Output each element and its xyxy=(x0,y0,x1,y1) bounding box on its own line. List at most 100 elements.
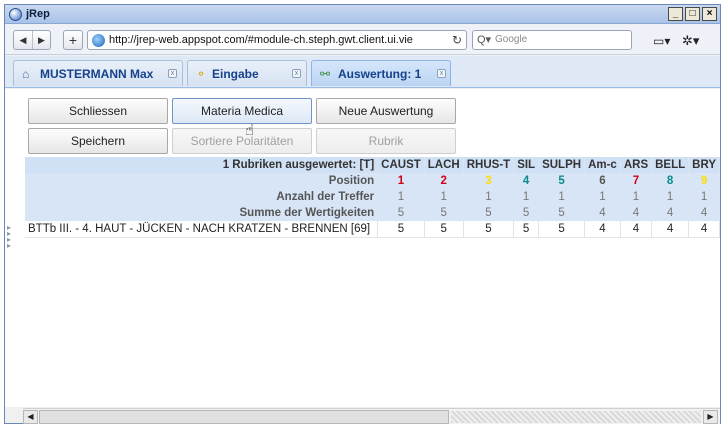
grid-cell: 4 xyxy=(620,221,653,238)
rubrik-button[interactable]: Rubrik xyxy=(316,128,456,154)
neue-auswertung-button[interactable]: Neue Auswertung xyxy=(316,98,456,124)
navigation-bar: ◀ ▶ + http://jrep-web.appspot.com/#modul… xyxy=(5,25,720,55)
window-controls: _ □ × xyxy=(668,7,717,21)
grid-cell: 5 xyxy=(424,221,464,238)
grid-cell: 4 xyxy=(688,205,720,221)
sortiere-polaritaeten-button[interactable]: Sortiere Polaritäten xyxy=(172,128,312,154)
maximize-button[interactable]: □ xyxy=(685,7,700,21)
grid-cell: 8 xyxy=(651,173,690,189)
remedy-header[interactable]: SIL xyxy=(513,157,540,173)
grid-cell: 9 xyxy=(688,173,720,189)
home-icon: ⌂ xyxy=(22,67,30,81)
grid-cell: 1 xyxy=(584,189,621,205)
row-label: Summe der Wertigkeiten xyxy=(25,205,379,221)
grid-cell: 2 xyxy=(424,173,464,189)
globe-icon xyxy=(92,34,105,47)
grid-cell: 5 xyxy=(538,173,586,189)
minimize-button[interactable]: _ xyxy=(668,7,683,21)
remedy-header[interactable]: LACH xyxy=(424,157,464,173)
horizontal-scrollbar[interactable]: ◀ ▶ xyxy=(23,408,720,424)
grid-cell: 1 xyxy=(513,189,540,205)
grid-cell: 4 xyxy=(584,221,621,238)
tab-auswertung[interactable]: ⚯ Auswertung: 1 x xyxy=(311,60,451,86)
back-icon[interactable]: ◀ xyxy=(14,31,32,49)
close-icon[interactable]: x xyxy=(292,69,301,78)
materia-medica-button[interactable]: Materia Medica xyxy=(172,98,312,124)
tab-bar: ⌂ MUSTERMANN Max x ⚬ Eingabe x ⚯ Auswert… xyxy=(5,56,720,88)
remedy-header[interactable]: RHUS-T xyxy=(463,157,515,173)
remedy-header[interactable]: CAUST xyxy=(377,157,425,173)
close-icon[interactable]: x xyxy=(168,69,177,78)
grid-cell: 5 xyxy=(513,205,540,221)
grid-cell: 4 xyxy=(651,205,690,221)
tab-eingabe[interactable]: ⚬ Eingabe x xyxy=(187,60,307,86)
table-row[interactable]: BTTb III. - 4. HAUT - JÜCKEN - NACH KRAT… xyxy=(25,221,720,238)
page-menu-icon[interactable]: ▭▾ xyxy=(653,34,670,48)
grid-stat-row: Summe der Wertigkeiten 5 5 5 5 5 4 4 4 4 xyxy=(25,205,720,221)
remedy-header[interactable]: BELL xyxy=(651,157,690,173)
grid-stat-row: Position 1 2 3 4 5 6 7 8 9 xyxy=(25,173,720,189)
grid-cell: 1 xyxy=(463,189,515,205)
edit-icon: ⚬ xyxy=(196,67,207,81)
remedy-header[interactable]: Am-c xyxy=(584,157,621,173)
grid-cell: 5 xyxy=(513,221,540,238)
new-tab-button[interactable]: + xyxy=(63,30,83,50)
title-bar: jRep _ □ × xyxy=(5,5,720,24)
forward-icon[interactable]: ▶ xyxy=(32,31,50,49)
grid-cell: 3 xyxy=(463,173,515,189)
grid-cell: 1 xyxy=(377,173,425,189)
chart-icon: ⚯ xyxy=(320,67,331,81)
grid-cell: 1 xyxy=(651,189,690,205)
rubric-label[interactable]: BTTb III. - 4. HAUT - JÜCKEN - NACH KRAT… xyxy=(25,221,379,238)
grid-cell: 4 xyxy=(584,205,621,221)
grid-cell: 1 xyxy=(538,189,586,205)
grid-cell: 1 xyxy=(377,189,425,205)
tab-label: MUSTERMANN Max xyxy=(40,67,154,81)
grid-cell: 6 xyxy=(584,173,621,189)
grid-cell: 1 xyxy=(424,189,464,205)
grid-cell: 1 xyxy=(620,189,653,205)
back-forward-group: ◀ ▶ xyxy=(13,30,51,50)
row-label: Anzahl der Treffer xyxy=(25,189,379,205)
grid-cell: 5 xyxy=(463,205,515,221)
gear-icon[interactable]: ✲▾ xyxy=(682,33,699,49)
resize-handle-icon[interactable]: ▸ ▸ ▸ ▸ xyxy=(7,224,11,250)
close-window-button[interactable]: × xyxy=(702,7,717,21)
grid-cell: 7 xyxy=(620,173,653,189)
grid-cell: 5 xyxy=(538,205,586,221)
grid-cell: 5 xyxy=(377,205,425,221)
speichern-button[interactable]: Speichern xyxy=(28,128,168,154)
scroll-thumb[interactable] xyxy=(39,410,449,424)
remedy-header[interactable]: SULPH xyxy=(538,157,586,173)
scroll-right-icon[interactable]: ▶ xyxy=(703,410,718,424)
remedy-header[interactable]: ARS xyxy=(620,157,653,173)
grid-cell: 1 xyxy=(688,189,720,205)
app-icon xyxy=(9,8,22,21)
remedy-header[interactable]: BRY xyxy=(688,157,720,173)
hand-cursor-icon: ☝ xyxy=(245,122,255,139)
scroll-track[interactable] xyxy=(451,411,701,423)
tab-label: Eingabe xyxy=(212,67,259,81)
grid-cell: 5 xyxy=(377,221,425,238)
grid-cell: 5 xyxy=(463,221,515,238)
grid-cell: 5 xyxy=(538,221,586,238)
search-placeholder: Google xyxy=(495,34,528,45)
window-title: jRep xyxy=(26,8,50,20)
search-input[interactable]: Q▾ Google xyxy=(472,30,632,50)
schliessen-button[interactable]: Schliessen xyxy=(28,98,168,124)
url-input[interactable]: http://jrep-web.appspot.com/#module-ch.s… xyxy=(87,30,467,50)
reload-icon[interactable]: ↻ xyxy=(452,33,462,47)
grid-cell: 4 xyxy=(513,173,540,189)
results-grid: 1 Rubriken ausgewertet: [T] CAUST LACH R… xyxy=(25,157,720,238)
grid-cell: 4 xyxy=(651,221,690,238)
close-icon[interactable]: x xyxy=(437,69,446,78)
row-label: Position xyxy=(25,173,379,189)
grid-header-row: 1 Rubriken ausgewertet: [T] CAUST LACH R… xyxy=(25,157,720,173)
search-icon: Q▾ xyxy=(477,34,492,46)
grid-cell: 5 xyxy=(424,205,464,221)
tab-label: Auswertung: 1 xyxy=(338,67,422,81)
main-content: Schliessen Materia Medica Neue Auswertun… xyxy=(5,89,720,407)
tab-patient[interactable]: ⌂ MUSTERMANN Max x xyxy=(13,60,183,86)
browser-window: jRep _ □ × ◀ ▶ + http://jrep-web.appspot… xyxy=(4,4,721,424)
scroll-left-icon[interactable]: ◀ xyxy=(23,410,38,424)
